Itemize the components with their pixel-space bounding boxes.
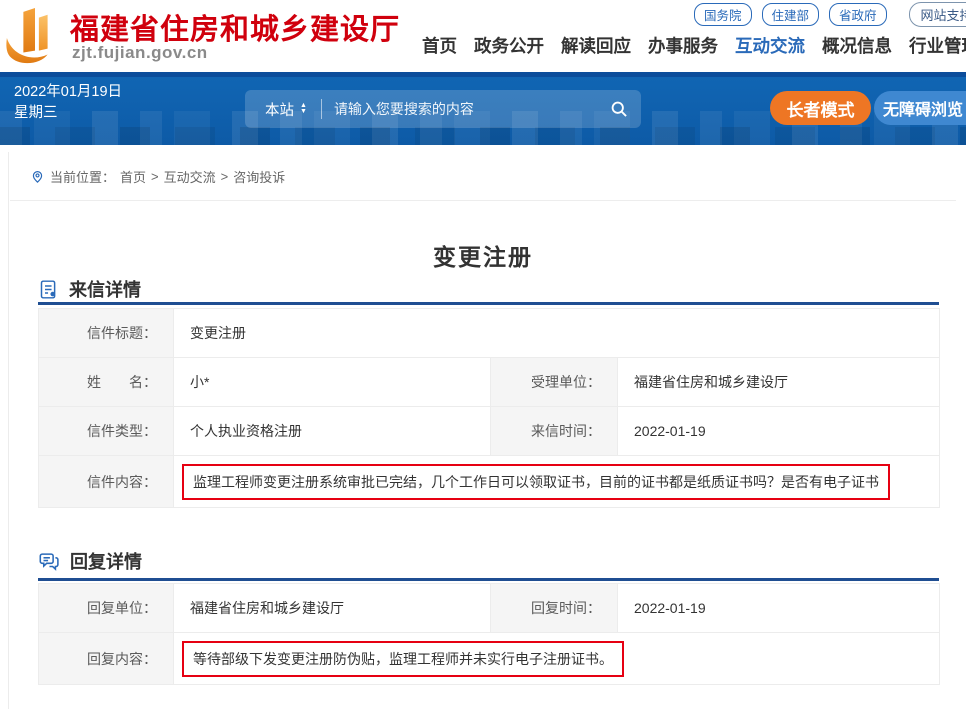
breadcrumb-prefix: 当前位置： (50, 167, 115, 186)
site-logo-icon[interactable] (4, 6, 66, 68)
letter-content-label: 信件内容： (39, 456, 174, 508)
nav-services[interactable]: 办事服务 (648, 33, 718, 58)
letter-time-label: 来信时间： (491, 407, 618, 456)
breadcrumb-interaction[interactable]: 互动交流 (164, 167, 216, 186)
location-pin-icon (30, 169, 45, 184)
banner: 2022年01月19日 星期三 本站 ▲▼ 长者模式 无障碍浏览 (0, 72, 966, 145)
chevron-up-down-icon: ▲▼ (300, 103, 307, 115)
letter-content-value: 监理工程师变更注册系统审批已完结，几个工作日可以领取证书，目前的证书都是纸质证书… (193, 474, 879, 490)
nav-interaction[interactable]: 互动交流 (735, 33, 805, 58)
main-nav: 首页 政务公开 解读回应 办事服务 互动交流 概况信息 行业管理 (422, 33, 966, 58)
divider (321, 99, 322, 119)
reply-time-label: 回复时间： (491, 584, 618, 633)
reply-content-cell: 等待部级下发变更注册防伪贴，监理工程师并未实行电子注册证书。 (174, 633, 940, 685)
breadcrumb-separator: > (221, 169, 229, 184)
breadcrumb-consult[interactable]: 咨询投诉 (233, 167, 285, 186)
breadcrumb-home[interactable]: 首页 (120, 167, 146, 186)
letter-section-title: 来信详情 (69, 276, 141, 302)
divider (10, 200, 956, 201)
elder-mode-button[interactable]: 长者模式 (770, 91, 871, 125)
letter-unit-label: 受理单位： (491, 358, 618, 407)
search-bar: 本站 ▲▼ (245, 90, 641, 128)
nav-home[interactable]: 首页 (422, 33, 457, 58)
highlight-box: 监理工程师变更注册系统审批已完结，几个工作日可以领取证书，目前的证书都是纸质证书… (182, 464, 890, 500)
search-button[interactable] (597, 90, 641, 128)
reply-bubbles-icon (38, 550, 60, 572)
site-title: 福建省住房和城乡建设厅 (70, 6, 400, 48)
reply-content-value: 等待部级下发变更注册防伪贴，监理工程师并未实行电子注册证书。 (193, 651, 613, 667)
letter-type-label: 信件类型： (39, 407, 174, 456)
link-state-council[interactable]: 国务院 (694, 3, 752, 26)
table-row: 信件类型： 个人执业资格注册 来信时间： 2022-01-19 (39, 407, 940, 456)
letter-section-header: 来信详情 (38, 276, 141, 302)
letter-type-value: 个人执业资格注册 (174, 407, 491, 456)
reply-section-title: 回复详情 (70, 548, 142, 574)
site-url: zjt.fujian.gov.cn (72, 43, 208, 63)
table-row: 回复内容： 等待部级下发变更注册防伪贴，监理工程师并未实行电子注册证书。 (39, 633, 940, 685)
letter-details-table: 信件标题： 变更注册 姓 名： 小* 受理单位： 福建省住房和城乡建设厅 信件类… (38, 308, 940, 508)
letter-document-icon (38, 279, 59, 300)
nav-interpretation[interactable]: 解读回应 (561, 33, 631, 58)
ipv6-badge: 网站支持IPV6 (909, 2, 966, 27)
letter-title-label: 信件标题： (39, 309, 174, 358)
reply-section-header: 回复详情 (38, 548, 142, 574)
search-scope-label: 本站 (265, 99, 294, 120)
reply-content-label: 回复内容： (39, 633, 174, 685)
table-row: 信件内容： 监理工程师变更注册系统审批已完结，几个工作日可以领取证书，目前的证书… (39, 456, 940, 508)
reply-time-value: 2022-01-19 (618, 584, 940, 633)
letter-unit-value: 福建省住房和城乡建设厅 (618, 358, 940, 407)
skyline-decoration-2 (0, 127, 966, 145)
banner-top-stripe (0, 72, 966, 77)
breadcrumb-separator: > (151, 169, 159, 184)
nav-gov-affairs[interactable]: 政务公开 (474, 33, 544, 58)
table-row: 姓 名： 小* 受理单位： 福建省住房和城乡建设厅 (39, 358, 940, 407)
nav-overview[interactable]: 概况信息 (822, 33, 892, 58)
left-border-rule (8, 152, 9, 709)
breadcrumb: 当前位置： 首页 > 互动交流 > 咨询投诉 (30, 167, 285, 186)
letter-name-value: 小* (174, 358, 491, 407)
table-row: 回复单位： 福建省住房和城乡建设厅 回复时间： 2022-01-19 (39, 584, 940, 633)
reply-unit-label: 回复单位： (39, 584, 174, 633)
date-text: 2022年01月19日 (14, 82, 122, 103)
weekday-text: 星期三 (14, 103, 122, 124)
accessibility-button[interactable]: 无障碍浏览 (874, 91, 966, 125)
search-scope-select[interactable]: 本站 ▲▼ (245, 99, 307, 120)
section-underline (38, 578, 939, 581)
letter-name-label: 姓 名： (39, 358, 174, 407)
search-input[interactable] (334, 101, 597, 117)
site-header: 福建省住房和城乡建设厅 zjt.fujian.gov.cn 国务院 住建部 省政… (0, 0, 966, 72)
quick-links: 国务院 住建部 省政府 网站支持IPV6 (694, 2, 966, 27)
page: 福建省住房和城乡建设厅 zjt.fujian.gov.cn 国务院 住建部 省政… (0, 0, 966, 709)
reply-details-table: 回复单位： 福建省住房和城乡建设厅 回复时间： 2022-01-19 回复内容：… (38, 583, 940, 685)
table-row: 信件标题： 变更注册 (39, 309, 940, 358)
link-provincial-gov[interactable]: 省政府 (829, 3, 887, 26)
search-icon (609, 99, 629, 119)
page-title: 变更注册 (0, 238, 966, 272)
letter-time-value: 2022-01-19 (618, 407, 940, 456)
reply-unit-value: 福建省住房和城乡建设厅 (174, 584, 491, 633)
highlight-box: 等待部级下发变更注册防伪贴，监理工程师并未实行电子注册证书。 (182, 641, 624, 677)
nav-industry[interactable]: 行业管理 (909, 33, 966, 58)
letter-content-cell: 监理工程师变更注册系统审批已完结，几个工作日可以领取证书，目前的证书都是纸质证书… (174, 456, 940, 508)
link-mohurd[interactable]: 住建部 (762, 3, 820, 26)
section-underline (38, 302, 939, 305)
letter-title-value: 变更注册 (174, 309, 940, 358)
date-display: 2022年01月19日 星期三 (14, 82, 122, 124)
